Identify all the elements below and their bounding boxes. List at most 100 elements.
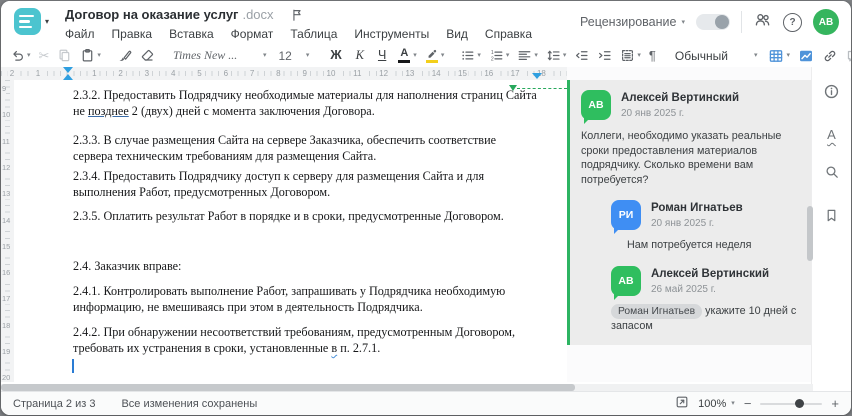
paragraph-2-3-2[interactable]: 2.3.2. Предоставить Подрядчику необходим… (73, 87, 538, 119)
review-toggle[interactable] (696, 14, 730, 30)
cut-button[interactable]: ✂ (38, 46, 51, 66)
logo-caret-down-icon[interactable]: ▾ (45, 17, 49, 26)
decrease-indent-button[interactable] (573, 46, 590, 66)
underline-button[interactable]: Ч (374, 46, 390, 66)
ruler-number: 10 (324, 68, 338, 79)
paragraph-settings-button[interactable]: ▾ (619, 46, 642, 66)
paste-button[interactable]: ▾ (79, 46, 102, 66)
clear-style-button[interactable] (139, 46, 156, 66)
horizontal-scrollbar-thumb[interactable] (1, 384, 575, 391)
font-name-value: Times New ... (172, 48, 238, 62)
vertical-scrollbar[interactable] (807, 206, 813, 261)
paragraph-text: п. 2.7.1. (337, 341, 381, 355)
user-avatar[interactable]: АВ (813, 9, 839, 35)
font-size-select[interactable]: 12 ▾ (275, 49, 312, 63)
comment-thread[interactable]: АВ Алексей Вертинский 20 янв 2025 г. Кол… (567, 80, 813, 345)
menu-tools[interactable]: Инструменты (354, 27, 429, 41)
menubar: Файл Правка Вставка Формат Таблица Инстр… (65, 27, 532, 41)
ruler-number: 20 (2, 372, 11, 382)
fit-width-icon[interactable] (675, 395, 689, 412)
caret-down-icon: ▾ (505, 52, 510, 59)
toggle-knob (715, 15, 729, 29)
scissors-icon: ✂ (38, 48, 50, 63)
flag-icon[interactable] (290, 8, 304, 22)
format-painter-button[interactable] (116, 46, 133, 66)
comments-panel: АВ Алексей Вертинский 20 янв 2025 г. Кол… (567, 67, 813, 382)
menu-table[interactable]: Таблица (290, 27, 337, 41)
ruler-number: 5 (195, 68, 204, 79)
ruler-number: 8 (274, 68, 283, 79)
insert-comment-button[interactable] (845, 46, 851, 66)
menu-format[interactable]: Формат (231, 27, 274, 41)
document-info-icon[interactable] (823, 83, 840, 105)
zoom-in-button[interactable]: + (831, 397, 839, 410)
page-indicator[interactable]: Страница 2 из 3 (13, 398, 95, 410)
insert-link-button[interactable] (821, 46, 839, 66)
font-color-button[interactable]: А ▾ (396, 46, 418, 66)
ruler-number: 2 (7, 68, 17, 79)
bullet-list-button[interactable]: ▾ (459, 46, 482, 66)
bold-button[interactable]: Ж (326, 46, 345, 66)
menu-help[interactable]: Справка (485, 27, 532, 41)
font-name-select[interactable]: Times New ... ▾ (170, 48, 270, 63)
menu-view[interactable]: Вид (446, 27, 468, 41)
insert-image-button[interactable] (797, 46, 815, 66)
increase-indent-button[interactable] (596, 46, 613, 66)
document-page[interactable]: 2.3.2. Предоставить Подрядчику необходим… (14, 80, 567, 382)
italic-button[interactable]: К (352, 46, 368, 66)
ruler-number: 11 (2, 135, 10, 147)
zoom-level-value: 100% (698, 397, 727, 410)
font-color-icon: А (397, 48, 411, 63)
bookmark-icon[interactable] (824, 208, 839, 228)
undo-button[interactable]: ▾ (9, 46, 32, 66)
help-icon[interactable]: ? (783, 12, 802, 32)
paragraph-2-3-3[interactable]: 2.3.3. В случае размещения Сайта на серв… (73, 132, 538, 164)
nonprinting-chars-button[interactable]: ¶ (648, 46, 657, 66)
highlight-color-button[interactable]: ▾ (424, 46, 446, 66)
caret-down-icon: ▾ (534, 52, 538, 59)
paragraph-2-3-5[interactable]: 2.3.5. Оплатить результат Работ в порядк… (73, 208, 538, 224)
search-icon[interactable] (824, 164, 840, 185)
numbered-list-button[interactable]: 12 ▾ (488, 46, 511, 66)
align-button[interactable]: ▾ (516, 46, 539, 66)
line-spacing-button[interactable]: ▾ (545, 46, 568, 66)
horizontal-scrollbar[interactable] (1, 384, 813, 391)
caret-down-icon: ▾ (753, 52, 758, 59)
spellcheck-icon[interactable]: А (827, 128, 836, 141)
document-title-extension: .docx (242, 7, 274, 22)
ruler-number: 13 (403, 68, 417, 79)
commented-text[interactable]: позднее (88, 104, 129, 118)
menu-edit[interactable]: Правка (112, 27, 153, 41)
zoom-slider-thumb[interactable] (795, 399, 805, 408)
collaboration-users-icon[interactable] (753, 11, 772, 33)
horizontal-ruler[interactable]: 2 1 1 2 3 4 5 6 7 8 9 10 11 12 13 14 15 16 17 18 (1, 67, 567, 80)
paragraph-style-select[interactable]: Обычный ▾ (671, 49, 762, 63)
menu-file[interactable]: Файл (65, 27, 95, 41)
zoom-out-button[interactable]: − (744, 397, 752, 410)
review-mode-dropdown[interactable]: Рецензирование ▾ (580, 15, 685, 29)
ruler-number: 14 (2, 214, 11, 226)
app-logo-icon[interactable] (14, 8, 41, 35)
svg-text:1: 1 (491, 50, 494, 56)
insert-table-button[interactable]: ▾ (767, 46, 791, 66)
ruler-number: 7 (247, 68, 257, 79)
paragraph-2-4-1[interactable]: 2.4.1. Контролировать выполнение Работ, … (73, 283, 538, 315)
comment-reply[interactable]: РИ Роман Игнатьев 20 янв 2025 г. Нам пот… (611, 200, 801, 253)
paragraph-2-3-4[interactable]: 2.3.4. Предоставить Подрядчику доступ к … (73, 168, 538, 200)
ruler-number: 2 (116, 68, 125, 79)
comment-reply[interactable]: АВ Алексей Вертинский 26 май 2025 г. Ром… (611, 265, 801, 334)
copy-button[interactable] (56, 46, 73, 66)
highlighter-icon (425, 48, 439, 63)
zoom-level-select[interactable]: 100% ▾ (698, 398, 735, 410)
ruler-number: 15 (456, 68, 469, 79)
document-text: 2.3.2. Предоставить Подрядчику необходим… (73, 87, 538, 356)
paragraph-text: 2.4.2. При обнаружении несоответствий тр… (73, 325, 516, 355)
document-title-text: Договор на оказание услуг (65, 7, 239, 22)
paragraph-2-4[interactable]: 2.4. Заказчик вправе: (73, 258, 538, 274)
ruler-number: 10 (2, 109, 11, 121)
comment-avatar: АВ (581, 90, 611, 124)
zoom-slider[interactable] (760, 399, 823, 408)
vertical-ruler[interactable]: 9 10 11 12 13 14 15 16 17 18 19 20 (1, 80, 14, 382)
paragraph-2-4-2[interactable]: 2.4.2. При обнаружении несоответствий тр… (73, 324, 538, 356)
menu-insert[interactable]: Вставка (169, 27, 214, 41)
